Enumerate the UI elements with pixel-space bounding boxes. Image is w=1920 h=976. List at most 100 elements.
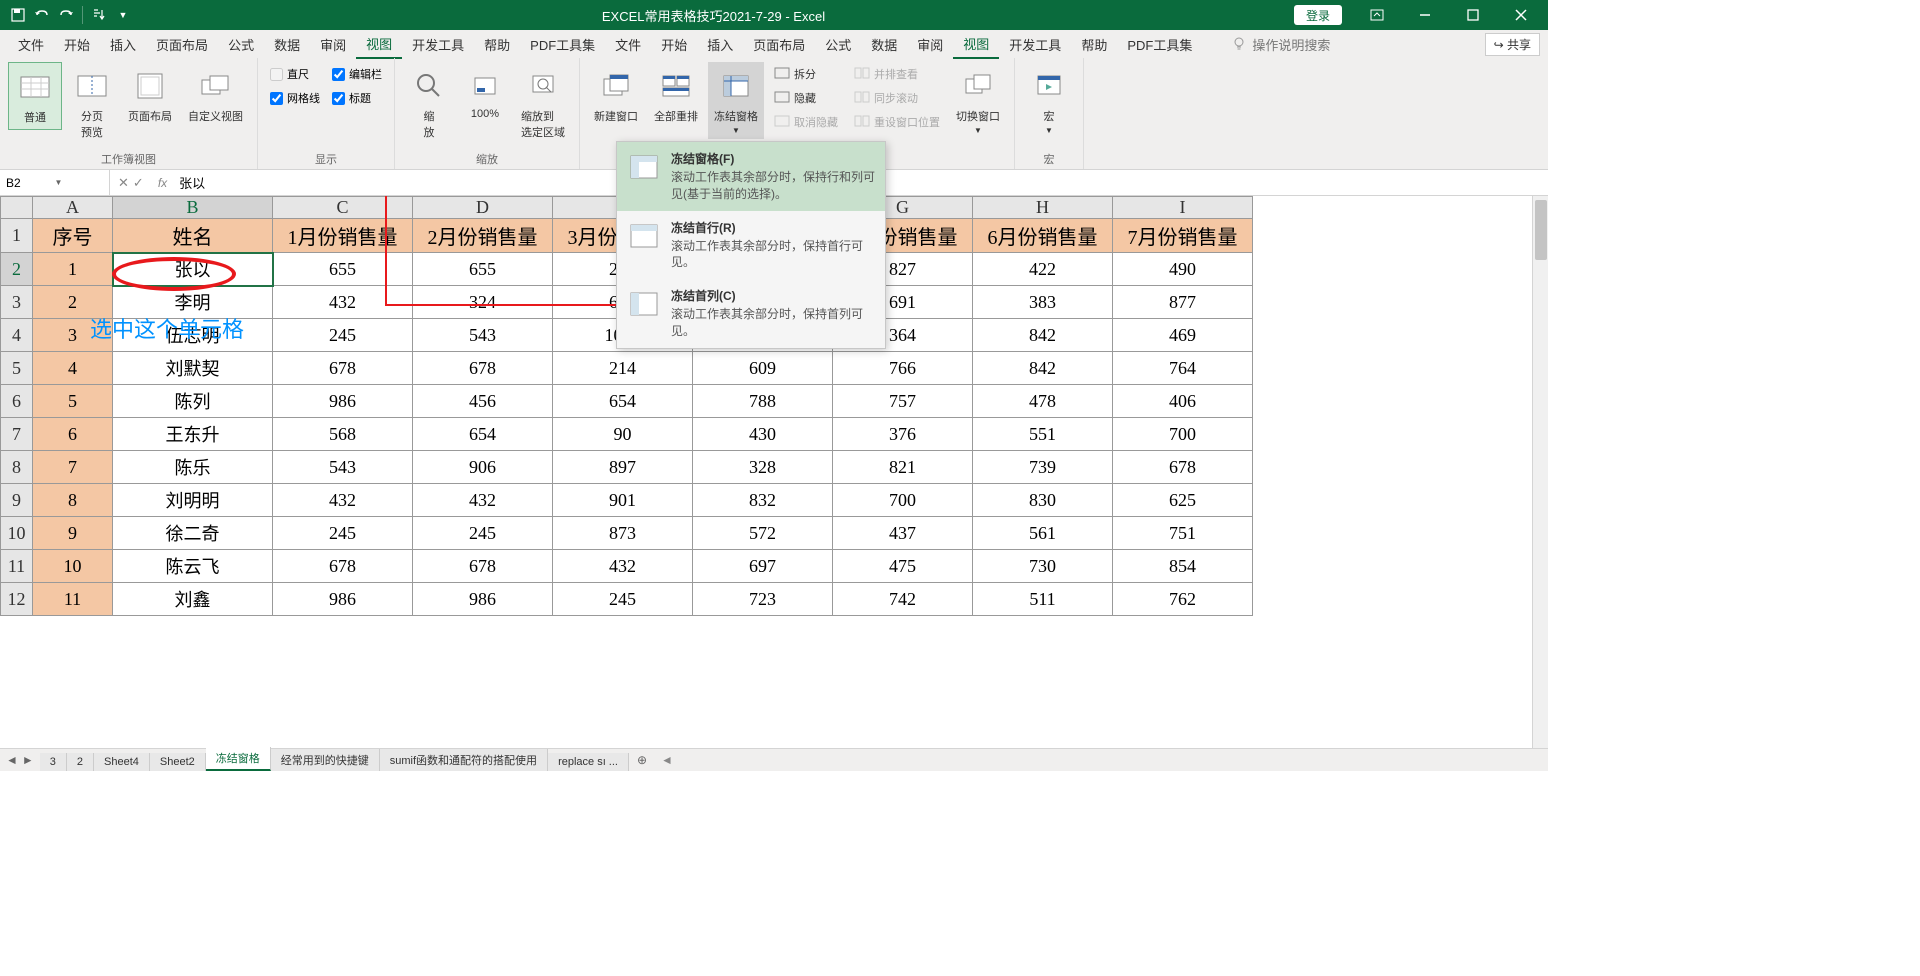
cell[interactable]: 90 <box>553 418 693 451</box>
cell[interactable]: 700 <box>1113 418 1253 451</box>
cell[interactable]: 730 <box>973 550 1113 583</box>
cell[interactable]: 873 <box>553 517 693 550</box>
header-cell[interactable]: 6月份销售量 <box>973 219 1113 253</box>
cell[interactable]: 655 <box>413 253 553 286</box>
cell[interactable]: 张以 <box>113 253 273 286</box>
zoom-button[interactable]: 缩 放 <box>403 62 455 144</box>
row-header[interactable]: 5 <box>1 352 33 385</box>
sheet-tab[interactable]: 2 <box>67 753 94 771</box>
dropdown-item[interactable]: 冻结首行(R)滚动工作表其余部分时，保持首行可见。 <box>617 211 885 280</box>
header-cell[interactable]: 序号 <box>33 219 113 253</box>
cell[interactable]: 432 <box>413 484 553 517</box>
cell[interactable]: 697 <box>693 550 833 583</box>
sheet-tab[interactable]: Sheet4 <box>94 753 150 771</box>
ribbon-item[interactable]: 拆分 <box>768 64 844 84</box>
cell[interactable]: 王东升 <box>113 418 273 451</box>
cell[interactable]: 475 <box>833 550 973 583</box>
cell[interactable]: 757 <box>833 385 973 418</box>
redo-icon[interactable] <box>56 5 76 25</box>
cell[interactable]: 陈列 <box>113 385 273 418</box>
cell[interactable]: 568 <box>273 418 413 451</box>
add-sheet-button[interactable]: ⊕ <box>629 750 655 770</box>
cell[interactable]: 432 <box>273 484 413 517</box>
cell[interactable]: 901 <box>553 484 693 517</box>
menu-开发工具[interactable]: 开发工具 <box>402 31 474 58</box>
cell[interactable]: 511 <box>973 583 1113 616</box>
menu-插入[interactable]: 插入 <box>100 31 146 58</box>
freeze-panes-button[interactable]: 冻结窗格▼ <box>708 62 764 139</box>
cell[interactable]: 678 <box>273 550 413 583</box>
enter-formula-icon[interactable]: ✓ <box>133 175 144 191</box>
sheet-tab[interactable]: sumif函数和通配符的搭配使用 <box>380 749 548 771</box>
col-header[interactable]: D <box>413 197 553 219</box>
header-cell[interactable]: 2月份销售量 <box>413 219 553 253</box>
new-window-button[interactable]: 新建窗口 <box>588 62 644 128</box>
login-button[interactable]: 登录 <box>1294 5 1342 25</box>
cell[interactable]: 469 <box>1113 319 1253 352</box>
cell[interactable]: 625 <box>1113 484 1253 517</box>
menu-item[interactable]: 开始 <box>651 31 697 58</box>
cell[interactable]: 陈云飞 <box>113 550 273 583</box>
undo-icon[interactable] <box>32 5 52 25</box>
checkbox-标题[interactable]: 标题 <box>328 88 386 108</box>
cell[interactable]: 842 <box>973 319 1113 352</box>
cell[interactable]: 刘默契 <box>113 352 273 385</box>
cell[interactable]: 437 <box>833 517 973 550</box>
cell[interactable]: 655 <box>273 253 413 286</box>
page-layout-button[interactable]: 页面布局 <box>122 62 178 128</box>
ribbon-item[interactable]: 隐藏 <box>768 88 844 108</box>
normal-view-button[interactable]: 普通 <box>8 62 62 130</box>
cell[interactable]: 854 <box>1113 550 1253 583</box>
header-cell[interactable]: 姓名 <box>113 219 273 253</box>
cell[interactable]: 10 <box>33 550 113 583</box>
cell[interactable]: 5 <box>33 385 113 418</box>
cell[interactable]: 214 <box>553 352 693 385</box>
cell[interactable]: 572 <box>693 517 833 550</box>
sheet-tab[interactable]: 3 <box>40 753 67 771</box>
cell[interactable]: 422 <box>973 253 1113 286</box>
cell[interactable]: 1 <box>33 253 113 286</box>
maximize-icon[interactable] <box>1450 1 1496 29</box>
zoom-100-button[interactable]: 100% <box>459 62 511 124</box>
cell[interactable]: 4 <box>33 352 113 385</box>
custom-views-button[interactable]: 自定义视图 <box>182 62 249 128</box>
col-header[interactable]: I <box>1113 197 1253 219</box>
cell[interactable]: 383 <box>973 286 1113 319</box>
cell[interactable]: 986 <box>413 583 553 616</box>
ribbon-options-icon[interactable] <box>1354 1 1400 29</box>
save-icon[interactable] <box>8 5 28 25</box>
cell[interactable]: 543 <box>273 451 413 484</box>
checkbox-编辑栏[interactable]: 编辑栏 <box>328 64 386 84</box>
dropdown-item[interactable]: 冻结首列(C)滚动工作表其余部分时，保持首列可见。 <box>617 279 885 348</box>
cell[interactable]: 6 <box>33 418 113 451</box>
cancel-formula-icon[interactable]: ✕ <box>118 175 129 191</box>
cell[interactable]: 877 <box>1113 286 1253 319</box>
cell[interactable]: 788 <box>693 385 833 418</box>
row-header[interactable]: 9 <box>1 484 33 517</box>
row-header[interactable]: 4 <box>1 319 33 352</box>
menu-视图[interactable]: 视图 <box>356 30 402 59</box>
cell[interactable]: 762 <box>1113 583 1253 616</box>
menu-页面布局[interactable]: 页面布局 <box>146 31 218 58</box>
cell[interactable]: 245 <box>273 319 413 352</box>
cell[interactable]: 3 <box>33 319 113 352</box>
zoom-selection-button[interactable]: 缩放到 选定区域 <box>515 62 571 144</box>
row-header[interactable]: 6 <box>1 385 33 418</box>
cell[interactable]: 764 <box>1113 352 1253 385</box>
menu-item[interactable]: 页面布局 <box>743 31 815 58</box>
cell[interactable]: 490 <box>1113 253 1253 286</box>
menu-item[interactable]: 视图 <box>953 30 999 59</box>
cell[interactable]: 678 <box>413 550 553 583</box>
col-header[interactable]: H <box>973 197 1113 219</box>
cell[interactable]: 2 <box>33 286 113 319</box>
macros-button[interactable]: 宏▼ <box>1023 62 1075 139</box>
cell[interactable]: 751 <box>1113 517 1253 550</box>
sort-icon[interactable] <box>89 5 109 25</box>
cell[interactable]: 551 <box>973 418 1113 451</box>
cell[interactable]: 609 <box>693 352 833 385</box>
header-cell[interactable]: 7月份销售量 <box>1113 219 1253 253</box>
cell[interactable]: 432 <box>553 550 693 583</box>
cell[interactable]: 742 <box>833 583 973 616</box>
row-header[interactable]: 10 <box>1 517 33 550</box>
header-cell[interactable]: 1月份销售量 <box>273 219 413 253</box>
